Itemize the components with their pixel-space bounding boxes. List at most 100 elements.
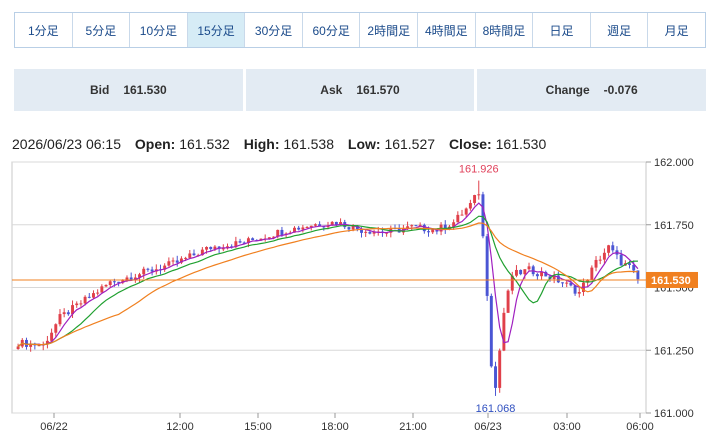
candle-body: [464, 208, 468, 215]
candle-body: [142, 268, 146, 275]
current-price-label: 161.530: [651, 275, 691, 287]
candle-body: [188, 253, 192, 258]
candle-body: [87, 296, 91, 298]
candle-body: [514, 269, 518, 276]
high-value: 161.538: [283, 136, 334, 152]
candle-body: [611, 245, 615, 251]
tab-5[interactable]: 60分足: [302, 13, 361, 47]
candle-body: [602, 252, 606, 260]
tab-9[interactable]: 日足: [533, 13, 591, 47]
tab-3[interactable]: 15分足: [187, 13, 246, 47]
high-label: High:: [243, 136, 280, 152]
candle-body: [460, 214, 464, 216]
tab-4[interactable]: 30分足: [245, 13, 303, 47]
quote-bar: Bid 161.530 Ask 161.570 Change -0.076: [14, 69, 707, 111]
open-value: 161.532: [179, 136, 230, 152]
candle-body: [473, 195, 477, 204]
price-chart[interactable]: 162.000161.750161.500161.250161.00006/22…: [0, 152, 720, 435]
candle-body: [301, 227, 305, 230]
candle-body: [83, 296, 87, 304]
change-value: -0.076: [603, 83, 638, 97]
ask-box: Ask 161.570: [245, 69, 475, 111]
candle-body: [108, 281, 112, 285]
x-tick-label: 18:00: [321, 421, 349, 433]
x-tick-label: 06/23: [474, 421, 502, 433]
candle-body: [519, 269, 523, 275]
candle-body: [594, 259, 598, 268]
candle-body: [37, 345, 41, 347]
candle-body: [175, 260, 179, 263]
candle-body: [485, 236, 489, 296]
candle-body: [297, 227, 301, 230]
candle-body: [598, 259, 602, 261]
candle-body: [62, 312, 66, 315]
tab-8[interactable]: 8時間足: [475, 13, 534, 47]
x-tick-label: 03:00: [553, 421, 581, 433]
candle-body: [502, 312, 506, 351]
candle-body: [209, 246, 213, 249]
candle-body: [619, 254, 623, 266]
x-tick-label: 12:00: [166, 421, 194, 433]
open-label: Open:: [134, 136, 176, 152]
candle-body: [540, 271, 544, 277]
tab-2[interactable]: 10分足: [130, 13, 188, 47]
change-box: Change -0.076: [477, 69, 707, 111]
change-label: Change: [545, 83, 590, 97]
candle-body: [205, 246, 209, 250]
candle-body: [75, 303, 79, 306]
tab-1[interactable]: 5分足: [72, 13, 131, 47]
candle-body: [364, 231, 368, 233]
candle-body: [150, 269, 154, 272]
candle-body: [347, 227, 351, 230]
candle-body: [573, 285, 577, 294]
candle-body: [607, 245, 611, 253]
y-tick-label: 161.000: [654, 408, 694, 420]
high-marker-label: 161.926: [459, 164, 499, 176]
candle-body: [184, 257, 188, 259]
candle-body: [427, 231, 430, 233]
low-value: 161.527: [384, 136, 436, 152]
candle-body: [58, 314, 62, 325]
candle-body: [414, 225, 418, 227]
ask-label: Ask: [320, 83, 343, 97]
candle-body: [79, 303, 83, 305]
close-label: Close:: [448, 136, 492, 152]
bid-box: Bid 161.530: [14, 69, 243, 111]
candle-body: [100, 286, 104, 293]
tab-11[interactable]: 月足: [648, 13, 705, 47]
tab-0[interactable]: 1分足: [15, 13, 73, 47]
candle-body: [477, 194, 481, 196]
low-label: Low:: [347, 136, 381, 152]
candle-body: [577, 292, 581, 294]
x-tick-label: 15:00: [244, 421, 272, 433]
candle-body: [313, 224, 317, 226]
tab-7[interactable]: 4時間足: [418, 13, 476, 47]
y-tick-label: 161.750: [654, 220, 694, 232]
candle-body: [535, 274, 539, 277]
tab-6[interactable]: 2時間足: [360, 13, 419, 47]
candle-body: [410, 225, 414, 227]
bid-label: Bid: [89, 83, 110, 97]
candle-body: [104, 284, 108, 287]
candle-body: [494, 366, 497, 388]
candle-body: [66, 312, 70, 315]
close-value: 161.530: [495, 136, 547, 152]
candle-body: [368, 231, 372, 234]
candle-body: [280, 229, 284, 235]
candle-body: [171, 260, 175, 262]
candle-body: [192, 253, 196, 256]
candle-body: [506, 290, 510, 313]
low-marker-label: 161.068: [476, 403, 516, 415]
ask-value: 161.570: [356, 83, 400, 97]
candle-body: [431, 229, 435, 233]
x-tick-label: 21:00: [399, 421, 427, 433]
candle-body: [489, 295, 493, 367]
ohlc-datetime: 2026/06/23 06:15: [12, 136, 121, 152]
candle-body: [92, 293, 95, 298]
candle-body: [146, 268, 150, 270]
candle-body: [481, 194, 485, 237]
ohlc-readout: 2026/06/23 06:15 Open: 161.532 High: 161…: [12, 136, 546, 152]
candle-body: [238, 241, 242, 243]
tab-10[interactable]: 週足: [590, 13, 649, 47]
candle-body: [561, 282, 564, 284]
